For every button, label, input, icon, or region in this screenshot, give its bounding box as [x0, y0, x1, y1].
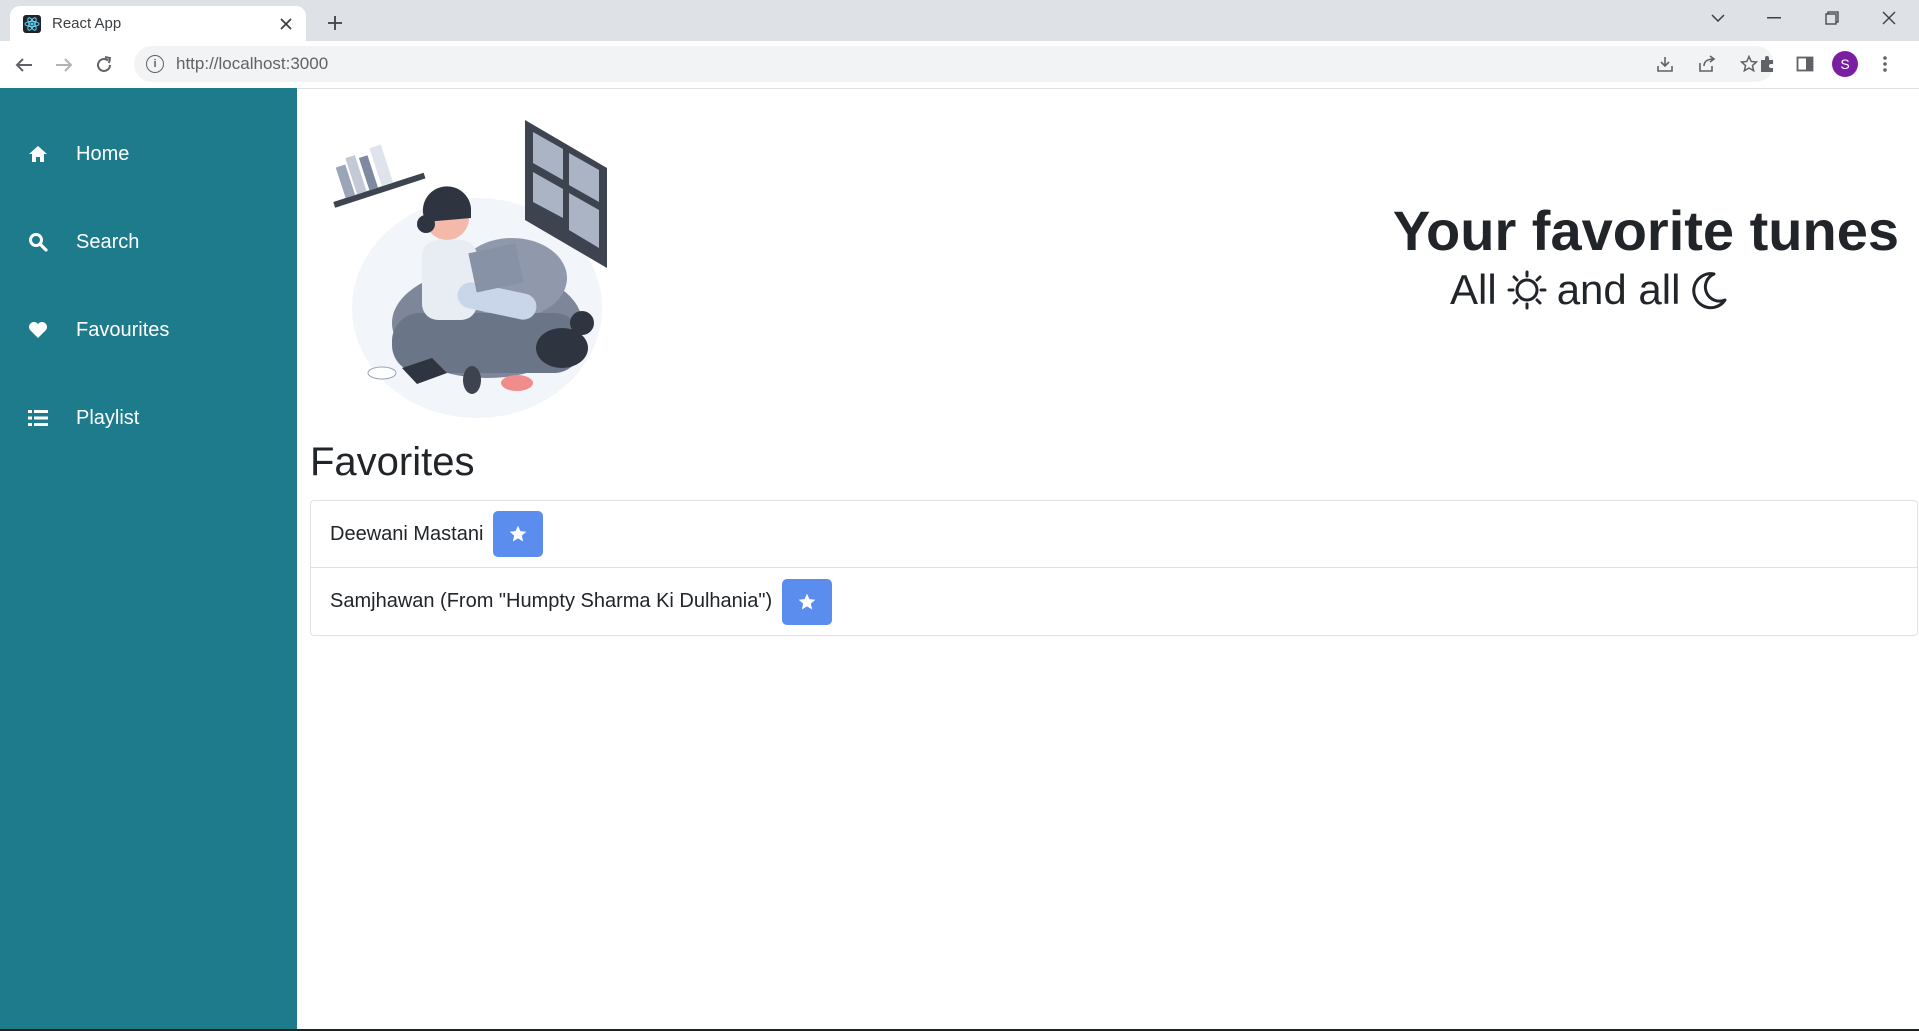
favorite-star-button[interactable] [493, 511, 544, 557]
subtitle-part-and-all: and all [1556, 266, 1681, 313]
tab-title: React App [52, 15, 122, 32]
hero-illustration [333, 120, 607, 418]
hero-title: Your favorite tunes [1392, 199, 1899, 262]
site-info-icon[interactable]: i [146, 55, 164, 73]
react-favicon-icon [22, 14, 42, 34]
back-arrow-icon[interactable] [10, 51, 38, 79]
sidebar-item-label: Home [76, 142, 130, 165]
sun-icon [1507, 270, 1547, 310]
close-tab-icon[interactable] [274, 12, 298, 36]
list-item: Deewani Mastani [311, 501, 1917, 568]
reload-icon[interactable] [90, 51, 118, 79]
sidebar-item-playlist[interactable]: Playlist [0, 388, 297, 448]
new-tab-button[interactable] [320, 8, 350, 38]
sidebar: Home Search Favourites Playlist [0, 88, 297, 1031]
main-content: Your favorite tunes All and all Favorite… [297, 88, 1919, 1031]
profile-avatar[interactable]: S [1832, 51, 1858, 77]
hero-subtitle: All and all [1450, 266, 1728, 314]
search-icon [27, 231, 49, 253]
favorites-heading: Favorites [310, 440, 475, 484]
list-item: Samjhawan (From "Humpty Sharma Ki Dulhan… [311, 568, 1917, 635]
song-title: Samjhawan (From "Humpty Sharma Ki Dulhan… [330, 590, 773, 612]
install-app-icon[interactable] [1654, 53, 1676, 75]
browser-tab-strip: React App [0, 0, 1919, 41]
subtitle-part-all: All [1450, 266, 1497, 313]
side-panel-icon[interactable] [1794, 53, 1816, 75]
forward-arrow-icon[interactable] [50, 51, 78, 79]
sidebar-item-label: Favourites [76, 318, 170, 341]
sidebar-item-label: Search [76, 230, 140, 253]
heart-icon [27, 319, 49, 341]
sidebar-item-label: Playlist [76, 406, 140, 429]
share-icon[interactable] [1696, 53, 1718, 75]
minimize-icon[interactable] [1746, 0, 1802, 36]
sidebar-item-home[interactable]: Home [0, 124, 297, 184]
home-icon [27, 143, 49, 165]
browser-toolbar: i http://localhost:3000 S [0, 41, 1919, 89]
star-icon [798, 593, 816, 609]
browser-menu-kebab-icon[interactable] [1874, 53, 1896, 75]
list-icon [27, 407, 49, 429]
browser-tab[interactable]: React App [10, 6, 306, 41]
url-text: http://localhost:3000 [176, 54, 329, 73]
address-bar[interactable]: i http://localhost:3000 [134, 46, 1774, 82]
close-window-icon[interactable] [1861, 0, 1917, 36]
tab-search-icon[interactable] [1690, 0, 1746, 36]
restore-icon[interactable] [1804, 0, 1860, 36]
sidebar-item-search[interactable]: Search [0, 212, 297, 272]
sidebar-item-favourites[interactable]: Favourites [0, 300, 297, 360]
star-icon [510, 525, 527, 542]
moon-icon [1690, 270, 1728, 310]
favorite-star-button[interactable] [782, 578, 833, 625]
song-title: Deewani Mastani [330, 522, 484, 545]
favorites-list: Deewani Mastani Samjhawan (From "Humpty … [310, 500, 1918, 636]
extensions-puzzle-icon[interactable] [1756, 53, 1778, 75]
